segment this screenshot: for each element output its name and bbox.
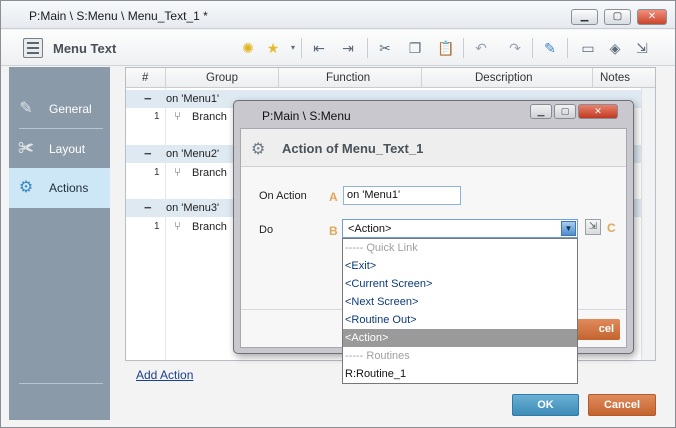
group-name: on 'Menu1'	[166, 93, 220, 105]
close-button[interactable]: ✕	[637, 9, 667, 25]
cut-icon[interactable]: ✂	[376, 39, 394, 57]
star-icon[interactable]: ★	[264, 39, 282, 57]
copy-icon[interactable]: ❐	[406, 39, 424, 57]
pencil-icon: ✎	[19, 100, 33, 117]
toolbar-separator	[463, 38, 464, 58]
column-divider	[592, 68, 593, 88]
list-item: ----- Routines	[345, 350, 410, 362]
on-action-label: On Action	[259, 190, 307, 202]
row-number: 1	[154, 221, 160, 232]
nav-divider	[19, 383, 103, 384]
group-name: on 'Menu3'	[166, 202, 220, 214]
dialog-header: ⚙ Action of Menu_Text_1	[241, 129, 626, 167]
nav-item-general[interactable]: ✎ General	[9, 89, 110, 129]
nav-item-actions[interactable]: ⚙ Actions	[9, 168, 110, 208]
grid-scrollbar[interactable]	[641, 88, 655, 360]
column-divider	[421, 68, 422, 88]
column-header-group[interactable]: Group	[206, 72, 238, 84]
do-select[interactable]: <Action> ▼	[342, 219, 578, 238]
toolbar-separator	[367, 38, 368, 58]
branch-icon: ⑂	[174, 219, 182, 233]
list-item: ----- Quick Link	[345, 242, 418, 254]
toolbar-title: Menu Text	[53, 41, 117, 56]
maximize-button[interactable]: ▢	[604, 9, 631, 25]
toolbar-separator	[567, 38, 568, 58]
list-item[interactable]: R:Routine_1	[343, 365, 577, 383]
redo-icon[interactable]: ↷	[506, 39, 524, 57]
column-header-number[interactable]: #	[142, 72, 148, 84]
column-header-description[interactable]: Description	[475, 72, 533, 84]
dialog-title: P:Main \ S:Menu	[262, 109, 351, 123]
row-number: 1	[154, 167, 160, 178]
collapse-icon[interactable]: −	[144, 146, 152, 161]
ok-button[interactable]: OK	[512, 394, 579, 416]
list-item[interactable]: <Routine Out>	[343, 311, 577, 329]
dialog-cancel-button[interactable]: cel	[573, 319, 620, 340]
jump-icon[interactable]: ⇲	[633, 39, 651, 57]
wrench-icon: ✀	[18, 140, 34, 157]
list-item-selected[interactable]: <Action>	[343, 329, 577, 347]
list-item[interactable]: <Next Screen>	[343, 293, 577, 311]
nav-item-layout[interactable]: ✀ Layout	[9, 129, 110, 169]
add-action-link[interactable]: Add Action	[136, 368, 193, 382]
row-group: Branch	[192, 167, 227, 179]
grid-header: # Group Function Description Notes	[126, 68, 655, 88]
jump-button[interactable]: ⇲	[585, 219, 601, 235]
toolbar-separator	[532, 38, 533, 58]
menu-text-icon	[23, 38, 43, 58]
column-divider	[278, 68, 279, 88]
outdent-icon[interactable]: ⇤	[310, 39, 328, 57]
dialog-maximize-button[interactable]: ▢	[554, 104, 576, 119]
row-group: Branch	[192, 221, 227, 233]
cancel-button[interactable]: Cancel	[588, 394, 656, 416]
nav-item-label: Actions	[49, 181, 89, 195]
gears-icon: ⚙	[18, 179, 34, 196]
branch-icon: ⑂	[174, 109, 182, 123]
callout-letter-c: C	[607, 221, 616, 235]
column-header-notes[interactable]: Notes	[600, 72, 630, 84]
list-item[interactable]: <Current Screen>	[343, 275, 577, 293]
minimize-button[interactable]: ▁	[571, 9, 598, 25]
undo-icon[interactable]: ↶	[472, 39, 490, 57]
indent-icon[interactable]: ⇥	[339, 39, 357, 57]
row-group: Branch	[192, 111, 227, 123]
toolbar-separator	[301, 38, 302, 58]
comment-icon[interactable]: ✎	[541, 39, 559, 57]
nav-item-label: Layout	[49, 142, 86, 156]
dialog-heading: Action of Menu_Text_1	[282, 141, 424, 156]
dialog-close-button[interactable]: ✕	[578, 104, 618, 119]
nav-item-label: General	[49, 102, 92, 116]
window-title: P:Main \ S:Menu \ Menu_Text_1 *	[29, 9, 208, 23]
toolbar: Menu Text ✺ ★ ▾ ⇤ ⇥ ✂ ❐ 📋 ↶ ↷ ✎ ▭ ◈ ⇲	[1, 30, 675, 66]
group-name: on 'Menu2'	[166, 148, 220, 160]
on-action-field[interactable]: on 'Menu1'	[343, 186, 461, 205]
paste-icon[interactable]: 📋	[437, 39, 455, 57]
branch-icon: ⑂	[174, 165, 182, 179]
do-select-value: <Action>	[348, 223, 392, 235]
column-header-function[interactable]: Function	[326, 72, 370, 84]
do-label: Do	[259, 224, 274, 236]
title-bar: P:Main \ S:Menu \ Menu_Text_1 * ▁ ▢ ✕	[1, 1, 675, 29]
chevron-down-icon[interactable]: ▼	[561, 221, 576, 236]
lightbulb-icon[interactable]: ✺	[239, 39, 257, 57]
collapse-icon[interactable]: −	[144, 200, 152, 215]
row-number: 1	[154, 111, 160, 122]
left-navigation: ✎ General ✀ Layout ⚙ Actions	[9, 67, 110, 420]
callout-letter-a: A	[329, 190, 338, 204]
collapse-icon[interactable]: −	[144, 91, 152, 106]
speech-bubble-icon[interactable]: ▭	[579, 39, 597, 57]
tag-icon[interactable]: ◈	[606, 39, 624, 57]
dialog-minimize-button[interactable]: ▁	[530, 104, 552, 119]
star-dropdown-icon[interactable]: ▾	[284, 39, 302, 57]
list-item[interactable]: <Exit>	[343, 257, 577, 275]
column-divider	[165, 68, 166, 88]
gear-icon: ⚙	[251, 141, 266, 158]
do-dropdown-list: ----- Quick Link <Exit> <Current Screen>…	[342, 238, 578, 384]
callout-letter-b: B	[329, 224, 338, 238]
